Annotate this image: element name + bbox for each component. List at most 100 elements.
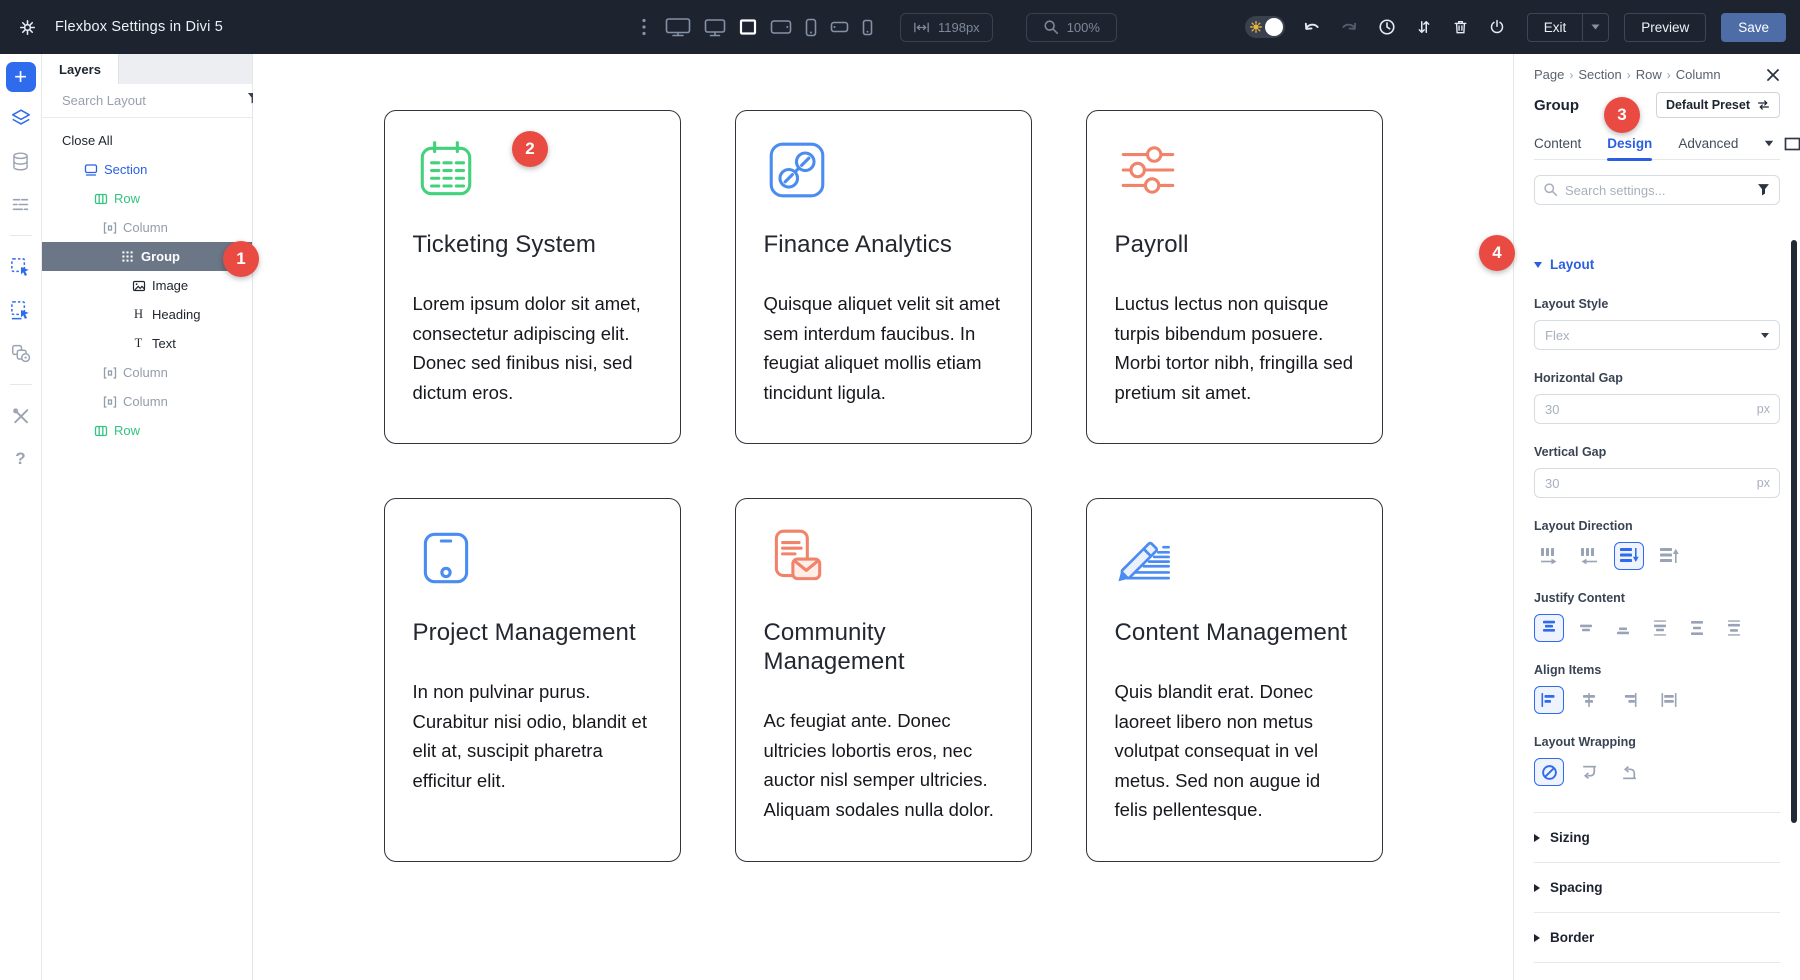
section-spacing[interactable]: Spacing: [1534, 862, 1780, 912]
section-border[interactable]: Border: [1534, 912, 1780, 962]
close-icon[interactable]: [1766, 68, 1780, 82]
layer-item-label: Section: [104, 162, 147, 177]
exit-caret-icon[interactable]: [1582, 14, 1608, 41]
canvas-width-field[interactable]: 1198px: [900, 13, 993, 42]
view-state-icon[interactable]: [1784, 137, 1800, 151]
layer-item-column[interactable]: Column: [42, 358, 252, 387]
settings-search: [1534, 175, 1780, 205]
layer-item-text[interactable]: TText: [42, 329, 252, 358]
zoom-field[interactable]: 100%: [1026, 13, 1117, 42]
tab-design[interactable]: Design: [1607, 128, 1652, 160]
default-preset-button[interactable]: Default Preset: [1656, 92, 1780, 118]
layout-direction-row-option[interactable]: [1534, 542, 1564, 570]
tab-content[interactable]: Content: [1534, 128, 1581, 160]
device-desktop-icon[interactable]: [702, 16, 728, 39]
layout-wrapping-wrap-option[interactable]: [1574, 758, 1604, 786]
breadcrumb-item-column[interactable]: Column: [1676, 67, 1721, 82]
redo-icon[interactable]: [1338, 17, 1361, 38]
width-arrows-icon: [913, 20, 930, 35]
card-project-management[interactable]: Project ManagementIn non pulvinar purus.…: [384, 498, 681, 862]
left-toolbar: + ?: [0, 54, 42, 980]
layers-icon[interactable]: [9, 106, 33, 130]
callout-badge-2: 2: [512, 131, 548, 167]
card-finance-analytics[interactable]: Finance AnalyticsQuisque aliquet velit s…: [735, 110, 1032, 444]
trash-icon[interactable]: [1450, 16, 1471, 38]
justify-content-space-evenly-option[interactable]: [1719, 614, 1749, 642]
device-phone-landscape-icon[interactable]: [828, 19, 851, 35]
section-sizing[interactable]: Sizing: [1534, 812, 1780, 862]
main-area: + ?: [0, 54, 1800, 980]
toggle-knob: [1265, 18, 1283, 36]
layout-direction-column-reverse-option[interactable]: [1654, 542, 1684, 570]
undo-icon[interactable]: [1300, 17, 1323, 38]
layer-item-row[interactable]: Row: [42, 416, 252, 445]
layout-style-select[interactable]: Flex: [1534, 320, 1780, 350]
layer-item-image[interactable]: Image: [42, 271, 252, 300]
layer-item-section[interactable]: Section: [42, 155, 252, 184]
vertical-gap-unit: px: [1757, 476, 1770, 490]
select-module-icon[interactable]: [9, 255, 33, 279]
card-title: Ticketing System: [413, 230, 652, 259]
layer-item-close-all[interactable]: Close All: [42, 126, 252, 155]
vertical-gap-input[interactable]: [1534, 468, 1780, 498]
align-items-center-option[interactable]: [1574, 686, 1604, 714]
device-tablet-landscape-icon[interactable]: [768, 17, 794, 37]
exit-button[interactable]: Exit: [1528, 14, 1583, 41]
justify-content-space-around-option[interactable]: [1682, 614, 1712, 642]
chevron-right-icon: [1534, 884, 1540, 892]
layer-item-column[interactable]: Column: [42, 213, 252, 242]
card-payroll[interactable]: PayrollLuctus lectus non quisque turpis …: [1086, 110, 1383, 444]
layer-item-heading[interactable]: HHeading: [42, 300, 252, 329]
settings-search-input[interactable]: [1534, 175, 1780, 205]
horizontal-gap-input[interactable]: [1534, 394, 1780, 424]
tab-advanced[interactable]: Advanced: [1678, 128, 1738, 160]
layers-search-input[interactable]: [62, 93, 238, 108]
align-items-flex-start-option[interactable]: [1534, 686, 1564, 714]
panel-scrollbar[interactable]: [1791, 240, 1797, 823]
tools-icon[interactable]: [9, 404, 33, 428]
device-phone-small-icon[interactable]: [860, 17, 875, 38]
align-items-stretch-option[interactable]: [1654, 686, 1684, 714]
layout-direction-row-reverse-option[interactable]: [1574, 542, 1604, 570]
breadcrumb-item-page[interactable]: Page: [1534, 67, 1564, 82]
layer-item-column[interactable]: Column: [42, 387, 252, 416]
layout-section-header[interactable]: Layout: [1534, 257, 1780, 272]
sort-icon[interactable]: [1413, 16, 1435, 38]
breadcrumb-item-section[interactable]: Section: [1578, 67, 1621, 82]
chevron-down-icon[interactable]: [1764, 140, 1774, 147]
drag-dots-icon[interactable]: [640, 16, 648, 38]
layout-direction-column-option[interactable]: [1614, 542, 1644, 570]
tab-layers[interactable]: Layers: [42, 54, 119, 84]
device-viewport-none-icon[interactable]: [737, 17, 759, 37]
help-icon[interactable]: ?: [9, 447, 33, 471]
select-section-icon[interactable]: [9, 298, 33, 322]
justify-content-center-option[interactable]: [1571, 614, 1601, 642]
gear-icon[interactable]: [16, 16, 39, 39]
card-community-management[interactable]: Community ManagementAc feugiat ante. Don…: [735, 498, 1032, 862]
justify-content-flex-end-option[interactable]: [1608, 614, 1638, 642]
device-desktop-large-icon[interactable]: [663, 15, 693, 39]
modules-icon[interactable]: [9, 341, 33, 365]
list-icon[interactable]: [9, 192, 33, 216]
add-icon[interactable]: +: [6, 62, 36, 92]
filter-icon[interactable]: [1756, 182, 1771, 202]
breadcrumb-item-row[interactable]: Row: [1636, 67, 1662, 82]
save-button[interactable]: Save: [1721, 13, 1786, 42]
align-items-flex-end-option[interactable]: [1614, 686, 1644, 714]
card-content-management[interactable]: Content ManagementQuis blandit erat. Don…: [1086, 498, 1383, 862]
history-icon[interactable]: [1376, 16, 1398, 38]
justify-content-space-between-option[interactable]: [1645, 614, 1675, 642]
row-icon: [93, 423, 108, 438]
layer-item-row[interactable]: Row: [42, 184, 252, 213]
preview-button[interactable]: Preview: [1624, 13, 1706, 42]
database-icon[interactable]: [9, 149, 33, 173]
layer-item-group[interactable]: Group: [42, 242, 252, 271]
builder-settings-toggle[interactable]: [1245, 16, 1285, 38]
layout-wrapping-nowrap-option[interactable]: [1534, 758, 1564, 786]
layout-wrapping-wrap-reverse-option[interactable]: [1614, 758, 1644, 786]
device-phone-icon[interactable]: [803, 16, 819, 39]
page-title: Flexbox Settings in Divi 5: [55, 19, 223, 35]
section-box-shadow[interactable]: Box Shadow: [1534, 962, 1780, 980]
power-icon[interactable]: [1486, 16, 1508, 38]
justify-content-flex-start-option[interactable]: [1534, 614, 1564, 642]
